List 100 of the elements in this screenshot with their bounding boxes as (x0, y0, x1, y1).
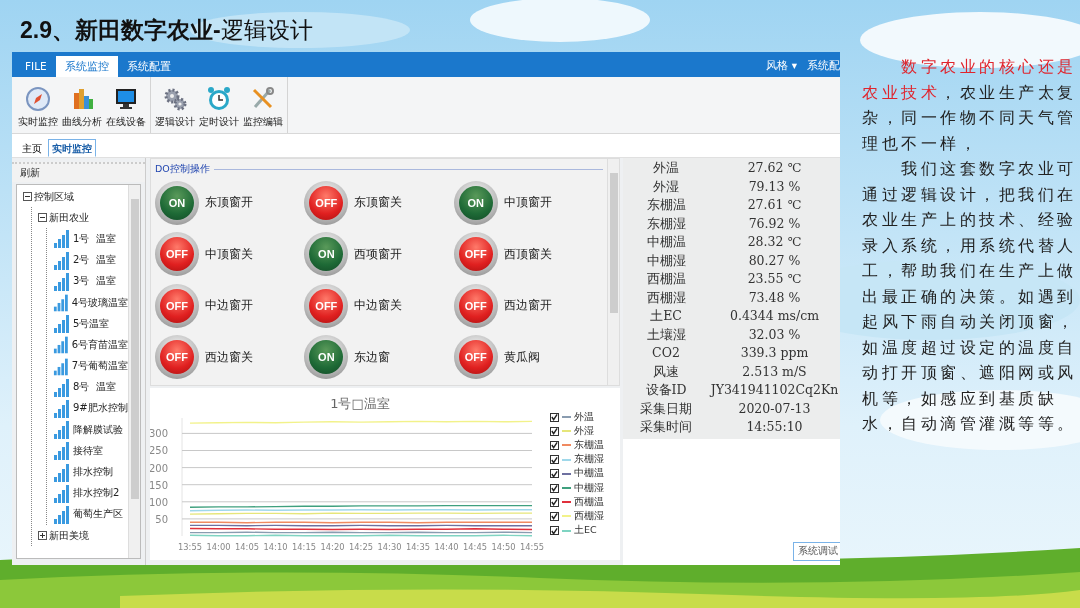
toolbar-button[interactable]: 曲线分析 (60, 77, 104, 133)
switch-button[interactable]: ON (304, 335, 349, 380)
signal-bars-icon (53, 250, 71, 270)
toolbar-button[interactable]: 实时监控 (16, 77, 60, 133)
signal-bars-icon (53, 356, 70, 376)
toolbar-button[interactable]: 监控编辑 (241, 77, 285, 133)
switch-button[interactable]: OFF (155, 283, 199, 328)
switch-label: 东边窗 (354, 348, 391, 366)
scrollbar-thumb[interactable] (130, 199, 139, 499)
switch-label: 西边窗关 (205, 348, 253, 366)
legend-checkbox[interactable] (550, 469, 559, 479)
switch-button[interactable]: OFF (304, 283, 349, 328)
toggle-icon[interactable] (38, 213, 47, 223)
legend-checkbox[interactable] (550, 440, 559, 450)
reading-value: 32.03 % (747, 325, 802, 344)
legend-checkbox[interactable] (550, 455, 559, 465)
reading-label: 设备ID (644, 381, 688, 399)
reading-label: 中棚温 (645, 233, 687, 251)
gears-icon (162, 86, 188, 112)
switch-button[interactable]: ON (304, 232, 349, 277)
tree-item[interactable]: 排水控制 (73, 465, 113, 480)
tree-item[interactable]: 5号温室 (73, 316, 110, 331)
reading-value: 76.92 % (747, 214, 802, 233)
tree-item[interactable]: 葡萄生产区 (73, 507, 123, 522)
tree-item[interactable]: 7号葡萄温室 (71, 359, 128, 374)
refresh-header[interactable]: 刷新 (12, 162, 145, 182)
document-tab[interactable]: 主页 (18, 139, 46, 157)
tree-item[interactable]: 6号育苗温室 (71, 337, 128, 352)
tree-item[interactable]: 控制区域 (34, 189, 74, 204)
switch-button[interactable]: OFF (453, 283, 498, 328)
legend-checkbox[interactable] (550, 483, 559, 493)
legend-checkbox[interactable] (550, 511, 559, 521)
toolbar-button[interactable]: 在线设备 (104, 77, 148, 133)
ribbon-tab[interactable]: FILE (16, 56, 56, 77)
switch-button[interactable]: OFF (453, 232, 498, 277)
switch-label: 东顶窗关 (354, 194, 403, 212)
signal-bars-icon (53, 398, 71, 418)
tree-item[interactable]: 新田农业 (49, 210, 89, 225)
switch-label: 西顶窗关 (503, 245, 552, 263)
toolbar-button[interactable]: 逻辑设计 (153, 77, 197, 133)
scrollbar-thumb[interactable] (609, 173, 618, 313)
document-tab[interactable]: 实时监控 (48, 139, 96, 157)
tree-item[interactable]: 新田美境 (49, 528, 89, 543)
reading-label: 外湿 (652, 177, 680, 196)
legend-checkbox[interactable] (550, 426, 559, 436)
tree-item[interactable]: 1号 温室 (73, 231, 116, 246)
scrollbar[interactable] (128, 185, 140, 558)
reading-value: 23.55 ℃ (746, 270, 803, 288)
axis-label: 300 (150, 428, 168, 440)
reading-value: 27.62 ℃ (746, 159, 803, 177)
switch-button[interactable]: ON (155, 180, 199, 225)
ribbon-menu-item[interactable]: 风格 ▾ (766, 56, 797, 77)
panel-tab[interactable]: 系统调试 (793, 542, 840, 561)
switch-label: 东顶窗开 (205, 194, 253, 212)
monitor-icon (113, 86, 139, 112)
signal-bars-icon (53, 293, 70, 313)
tree-item[interactable]: 9#肥水控制 (73, 401, 128, 416)
switch-button[interactable]: ON (453, 180, 498, 225)
ribbon-menu-item[interactable]: 系统配 (807, 56, 840, 77)
tree-item[interactable]: 8号 温室 (73, 380, 116, 395)
legend-checkbox[interactable] (550, 497, 559, 507)
tree-item[interactable]: 4号玻璃温室 (71, 295, 128, 310)
switch-label: 黄瓜阀 (503, 348, 540, 366)
reading-value: 28.32 ℃ (746, 233, 803, 251)
switch-label: 西边窗开 (503, 297, 552, 315)
toggle-icon[interactable] (38, 531, 47, 541)
legend-label: 西棚湿 (574, 509, 604, 523)
signal-bars-icon (53, 504, 71, 524)
tree-item[interactable]: 降解膜试验 (73, 422, 123, 437)
switch-label: 西项窗开 (354, 245, 403, 263)
signal-bars-icon (53, 462, 71, 482)
toggle-icon[interactable] (23, 192, 32, 202)
ribbon-tab[interactable]: 系统配置 (117, 56, 180, 77)
toolbar-button[interactable]: 定时设计 (197, 77, 241, 133)
reading-label: 东棚湿 (645, 214, 687, 233)
signal-bars-icon (53, 420, 71, 440)
reading-label: 土壤湿 (645, 325, 687, 344)
tree-item[interactable]: 接待室 (73, 443, 103, 458)
axis-label: 14:25 (349, 542, 373, 552)
switch-button[interactable]: OFF (304, 180, 349, 225)
tree-item[interactable]: 3号 温室 (73, 274, 116, 289)
switch-button[interactable]: OFF (155, 335, 199, 380)
scrollbar[interactable] (607, 159, 619, 385)
reading-value: 14:55:10 (745, 418, 804, 436)
axis-label: 14:45 (463, 542, 487, 552)
tree-item[interactable]: 排水控制2 (73, 486, 120, 501)
alarm-clock-icon (206, 86, 232, 112)
ribbon-tab[interactable]: 系统监控 (55, 56, 118, 77)
legend-checkbox[interactable] (550, 526, 559, 536)
switch-button[interactable]: OFF (155, 232, 199, 277)
reading-label: 外温 (652, 159, 680, 177)
legend-checkbox[interactable] (550, 412, 559, 422)
axis-label: 14:30 (377, 542, 402, 552)
legend-label: 西棚温 (574, 495, 604, 509)
tree-item[interactable]: 2号 温室 (73, 253, 116, 268)
legend-label: 外湿 (574, 424, 594, 438)
reading-value: JY341941102Cq2Kn (709, 381, 840, 399)
legend-label: 中棚湿 (574, 481, 604, 495)
switch-button[interactable]: OFF (453, 335, 498, 380)
axis-label: 14:55 (520, 542, 544, 552)
